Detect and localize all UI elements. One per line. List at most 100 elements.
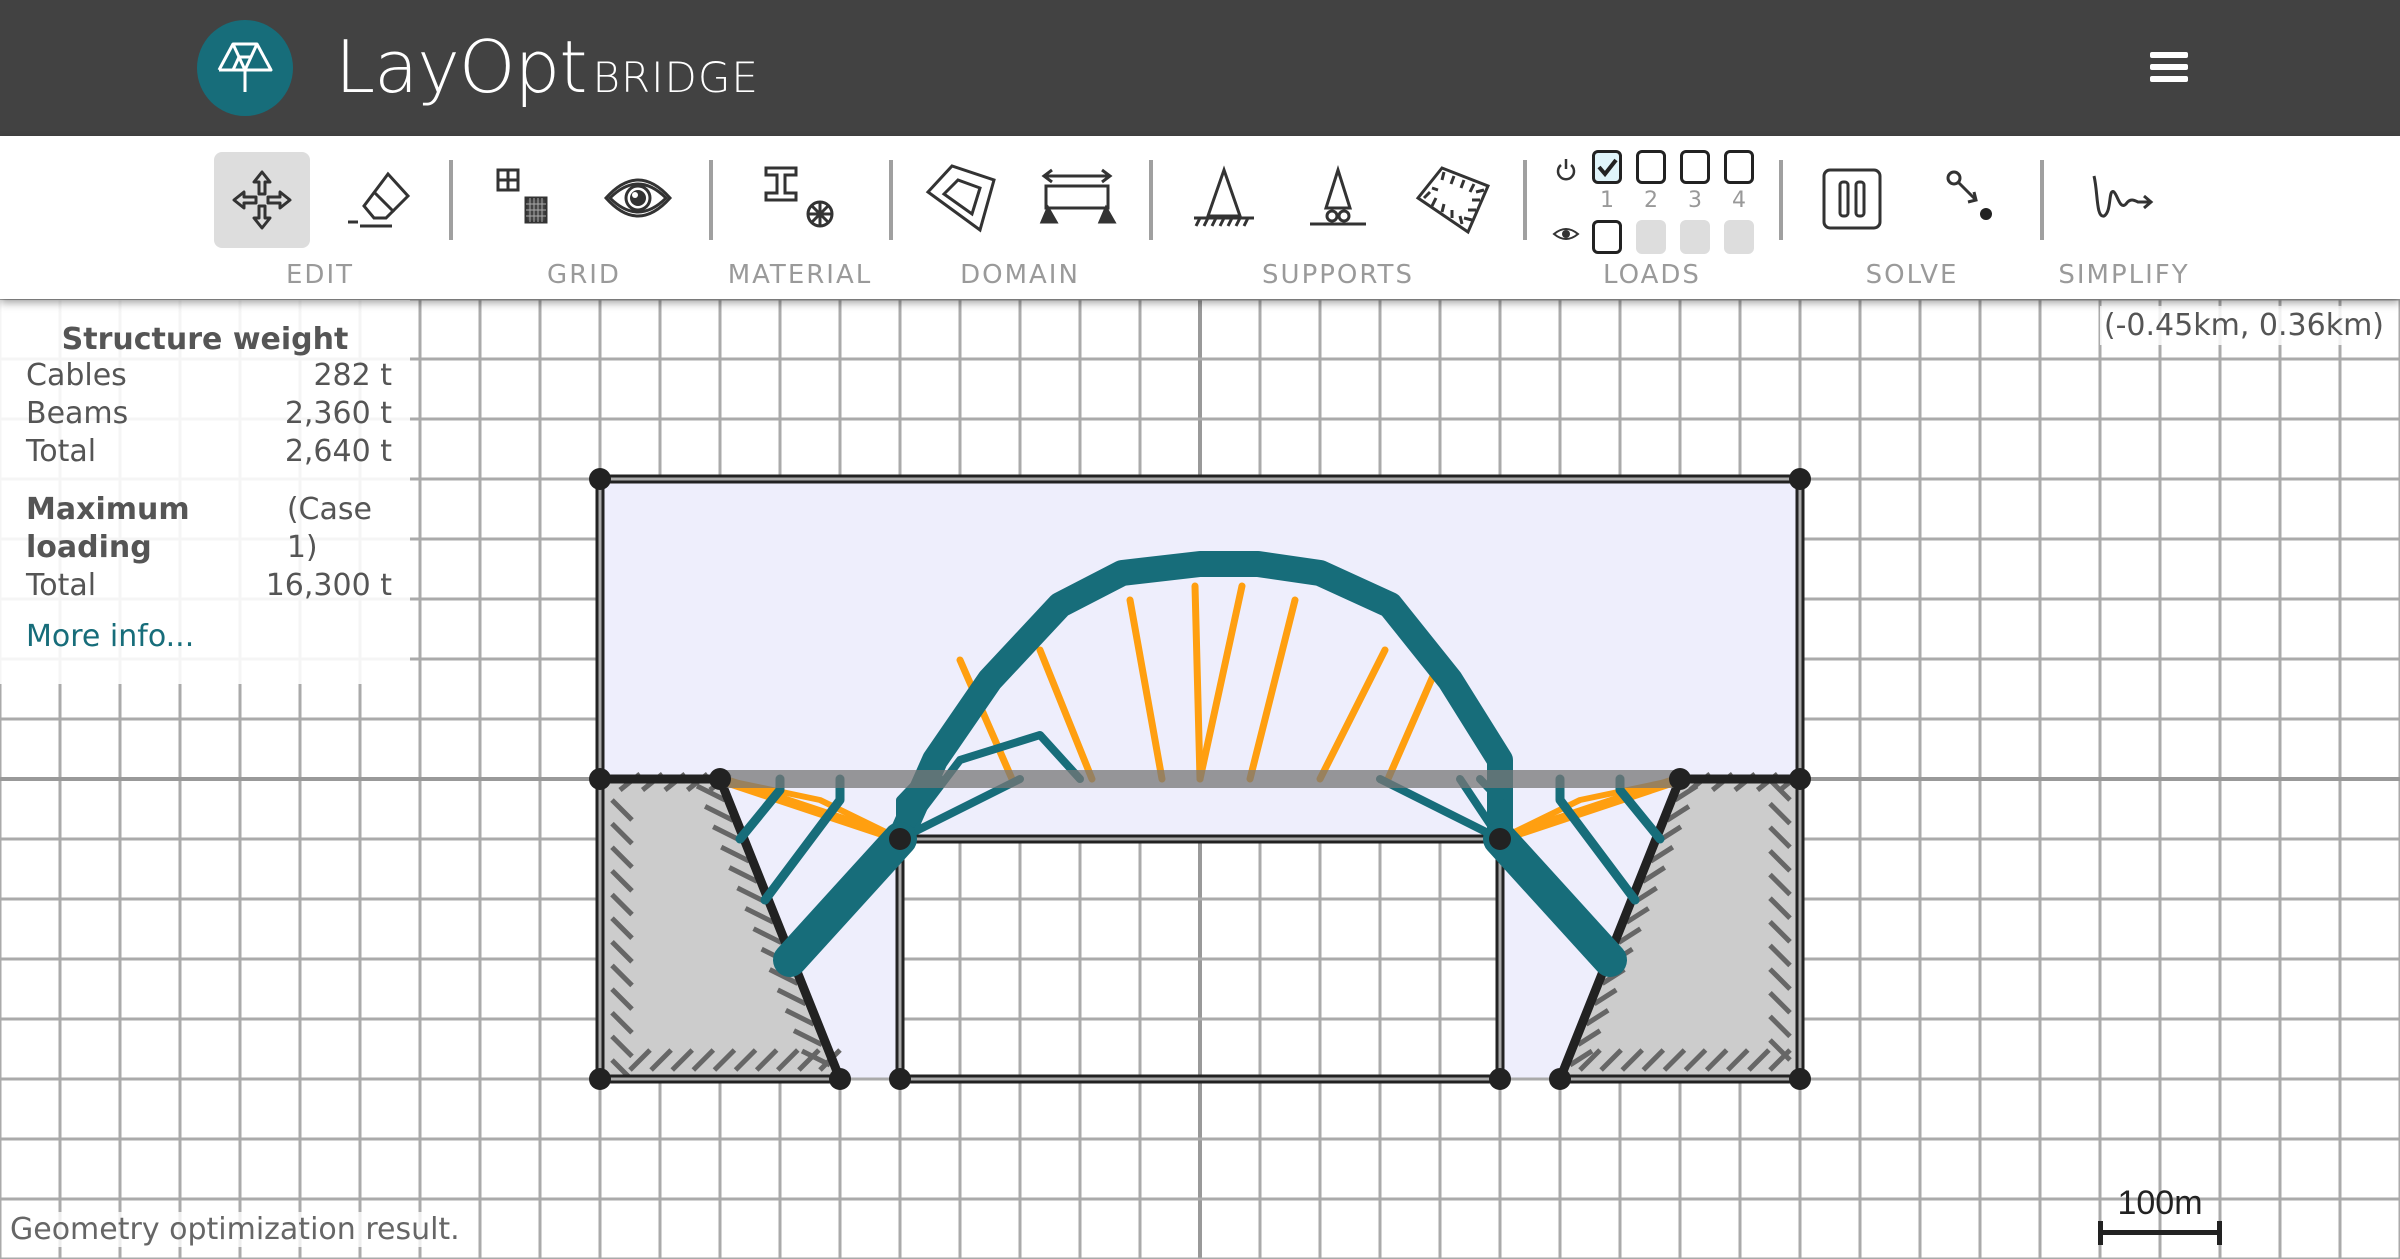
domain-node[interactable] [1789, 468, 1811, 490]
group-label-solve: SOLVE [1865, 260, 1959, 290]
move-tool-button[interactable] [214, 152, 310, 248]
scale-bar-line [2098, 1221, 2222, 1245]
weight-row-cables: Cables 282 t [0, 357, 410, 395]
structure-weight-heading: Structure weight [61, 322, 349, 357]
domain-node[interactable] [1549, 1068, 1571, 1090]
checkmark-icon [1597, 158, 1618, 178]
row-value: 282 t [313, 358, 392, 393]
domain-node[interactable] [589, 468, 611, 490]
i-beam-cable-icon [764, 166, 834, 228]
grid-visibility-button[interactable] [590, 152, 686, 248]
squiggle-arrow-icon [2092, 175, 2154, 218]
pause-solve-button[interactable] [1806, 152, 1902, 248]
loading-row-total: Total 16,300 t [0, 567, 410, 605]
load-case-2-visible-checkbox [1636, 220, 1666, 254]
row-value: 16,300 t [265, 568, 392, 603]
eye-icon [1552, 228, 1580, 240]
scale-bar: 100m [2098, 1185, 2222, 1245]
erase-tool-button[interactable] [330, 152, 426, 248]
domain-node[interactable] [1489, 828, 1511, 850]
scale-bar-label: 100m [2117, 1184, 2203, 1222]
load-case-4-visible-checkbox [1724, 220, 1754, 254]
row-value: 2,640 t [284, 434, 392, 469]
geometry-optimize-button[interactable] [1918, 152, 2014, 248]
domain-node[interactable] [1789, 768, 1811, 790]
hamburger-menu-button[interactable] [2150, 52, 2188, 84]
results-panel: Structure weight Cables 282 t Beams 2,360 … [0, 300, 410, 684]
load-case-number: 4 [1732, 188, 1746, 213]
power-icon [1556, 159, 1576, 181]
domain-node[interactable] [829, 1068, 851, 1090]
domain-node[interactable] [589, 768, 611, 790]
tension-member [1191, 582, 1204, 783]
group-label-edit: EDIT [286, 260, 354, 290]
domain-node[interactable] [709, 768, 731, 790]
group-label-domain: DOMAIN [960, 260, 1080, 290]
hamburger-icon-bar [2150, 76, 2188, 82]
node-move-icon [1946, 170, 1992, 220]
app-header: LayOpt BRIDGE [0, 0, 2400, 136]
domain-node[interactable] [589, 1068, 611, 1090]
material-button[interactable] [752, 152, 848, 248]
eye-icon [603, 178, 673, 218]
weight-row-beams: Beams 2,360 t [0, 395, 410, 433]
grid-density-button[interactable] [478, 152, 574, 248]
toolbar-separator [2040, 160, 2044, 240]
row-label: Total [26, 434, 97, 469]
fixed-region-icon [1415, 166, 1490, 235]
domain-node[interactable] [1489, 1068, 1511, 1090]
row-value: 2,360 t [284, 396, 392, 431]
pause-icon [1822, 168, 1882, 230]
fixed-region-button[interactable] [1404, 152, 1500, 248]
span-button[interactable] [1030, 152, 1126, 248]
domain-shape-button[interactable] [914, 152, 1010, 248]
row-label: Cables [26, 358, 127, 393]
app-title-sub: BRIDGE [592, 53, 759, 102]
group-label-supports: SUPPORTS [1262, 260, 1414, 290]
load-case-1-visible-checkbox[interactable] [1592, 220, 1622, 254]
toolbar-separator [889, 160, 893, 240]
eraser-icon [348, 171, 411, 228]
app-title: LayOpt BRIDGE [335, 22, 759, 123]
row-label: Total [26, 568, 97, 603]
max-loading-heading: Maximum loading (Case 1) [0, 491, 410, 567]
load-case-4-active-checkbox[interactable] [1724, 150, 1754, 184]
group-label-grid: GRID [547, 260, 621, 290]
roller-support-icon [1310, 165, 1366, 226]
load-case-number: 3 [1688, 188, 1702, 213]
deck-load-line [720, 770, 1680, 788]
simplify-button[interactable] [2076, 152, 2172, 248]
app-logo [197, 20, 293, 116]
toolbar-separator [449, 160, 453, 240]
move-arrows-icon [232, 170, 292, 230]
group-label-loads: LOADS [1603, 260, 1701, 290]
span-width-icon [1039, 168, 1117, 224]
domain-node[interactable] [889, 828, 911, 850]
grid-icon [496, 168, 548, 224]
more-info-link[interactable]: More info... [0, 619, 410, 654]
load-case-3-active-checkbox[interactable] [1680, 150, 1710, 184]
domain-node[interactable] [1669, 768, 1691, 790]
bridge-logo-icon [217, 42, 273, 92]
load-case-1-active-checkbox[interactable] [1592, 150, 1622, 184]
app-title-main: LayOpt [335, 25, 587, 109]
domain-node[interactable] [1789, 1068, 1811, 1090]
status-message: Geometry optimization result. [10, 1212, 470, 1247]
load-case-2-active-checkbox[interactable] [1636, 150, 1666, 184]
load-case-number: 2 [1644, 188, 1658, 213]
toolbar-separator [1779, 160, 1783, 240]
roller-support-button[interactable] [1290, 152, 1386, 248]
toolbar: EDIT GRID MATERIAL DOMAIN SUPPORTS 1 2 3… [0, 136, 2400, 299]
group-label-simplify: SIMPLIFY [2058, 260, 2190, 290]
load-case-3-visible-checkbox [1680, 220, 1710, 254]
hamburger-icon-bar [2150, 64, 2188, 70]
cursor-coordinates: (-0.45km, 0.36km) [2099, 306, 2388, 345]
pin-support-icon [1194, 165, 1254, 227]
domain-node[interactable] [889, 1068, 911, 1090]
max-loading-title: Maximum loading [26, 492, 190, 565]
toolbar-separator [709, 160, 713, 240]
pin-support-button[interactable] [1176, 152, 1272, 248]
max-loading-case: (Case 1) [286, 492, 372, 565]
polygon-domain-icon [925, 164, 996, 233]
hamburger-icon-bar [2150, 52, 2188, 58]
